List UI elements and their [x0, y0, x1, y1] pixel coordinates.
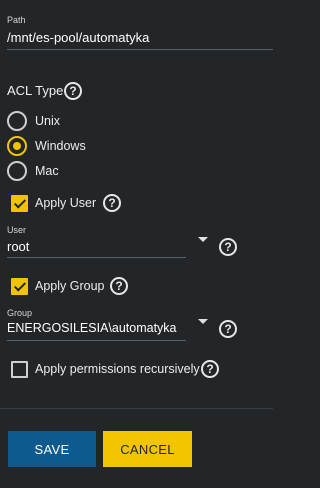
user-help-icon[interactable]: ?: [219, 238, 237, 256]
apply-group-label[interactable]: Apply Group: [35, 279, 104, 293]
apply-user-label[interactable]: Apply User: [35, 196, 96, 210]
cancel-button[interactable]: CANCEL: [103, 431, 192, 467]
group-help-icon[interactable]: ?: [219, 320, 237, 338]
user-underline: [7, 257, 186, 258]
acl-type-title: ACL Type: [7, 83, 64, 98]
acl-type-help-icon[interactable]: ?: [64, 82, 82, 100]
path-input[interactable]: /mnt/es-pool/automatyka: [7, 30, 149, 45]
path-underline: [7, 49, 273, 50]
user-dropdown-caret-icon[interactable]: [198, 237, 208, 242]
apply-group-checkbox[interactable]: [11, 278, 28, 295]
user-label: User: [7, 225, 27, 235]
radio-mac-label[interactable]: Mac: [35, 164, 59, 178]
radio-unix[interactable]: [7, 111, 27, 131]
recursive-label[interactable]: Apply permissions recursively: [35, 362, 200, 376]
path-label: Path: [7, 15, 26, 25]
save-button[interactable]: SAVE: [8, 431, 96, 467]
user-select-value[interactable]: root: [7, 239, 29, 254]
recursive-checkbox[interactable]: [11, 361, 28, 378]
recursive-help-icon[interactable]: ?: [201, 360, 219, 378]
radio-windows[interactable]: [7, 136, 27, 156]
apply-user-checkbox[interactable]: [11, 195, 28, 212]
radio-unix-label[interactable]: Unix: [35, 114, 60, 128]
group-select-value[interactable]: ENERGOSILESIA\automatyka: [7, 321, 177, 335]
apply-user-help-icon[interactable]: ?: [103, 194, 121, 212]
radio-windows-label[interactable]: Windows: [35, 139, 86, 153]
radio-mac[interactable]: [7, 161, 27, 181]
group-dropdown-caret-icon[interactable]: [198, 319, 208, 324]
apply-group-help-icon[interactable]: ?: [110, 277, 128, 295]
group-label: Group: [7, 308, 33, 318]
group-underline: [7, 340, 186, 341]
actions-divider: [0, 408, 273, 409]
